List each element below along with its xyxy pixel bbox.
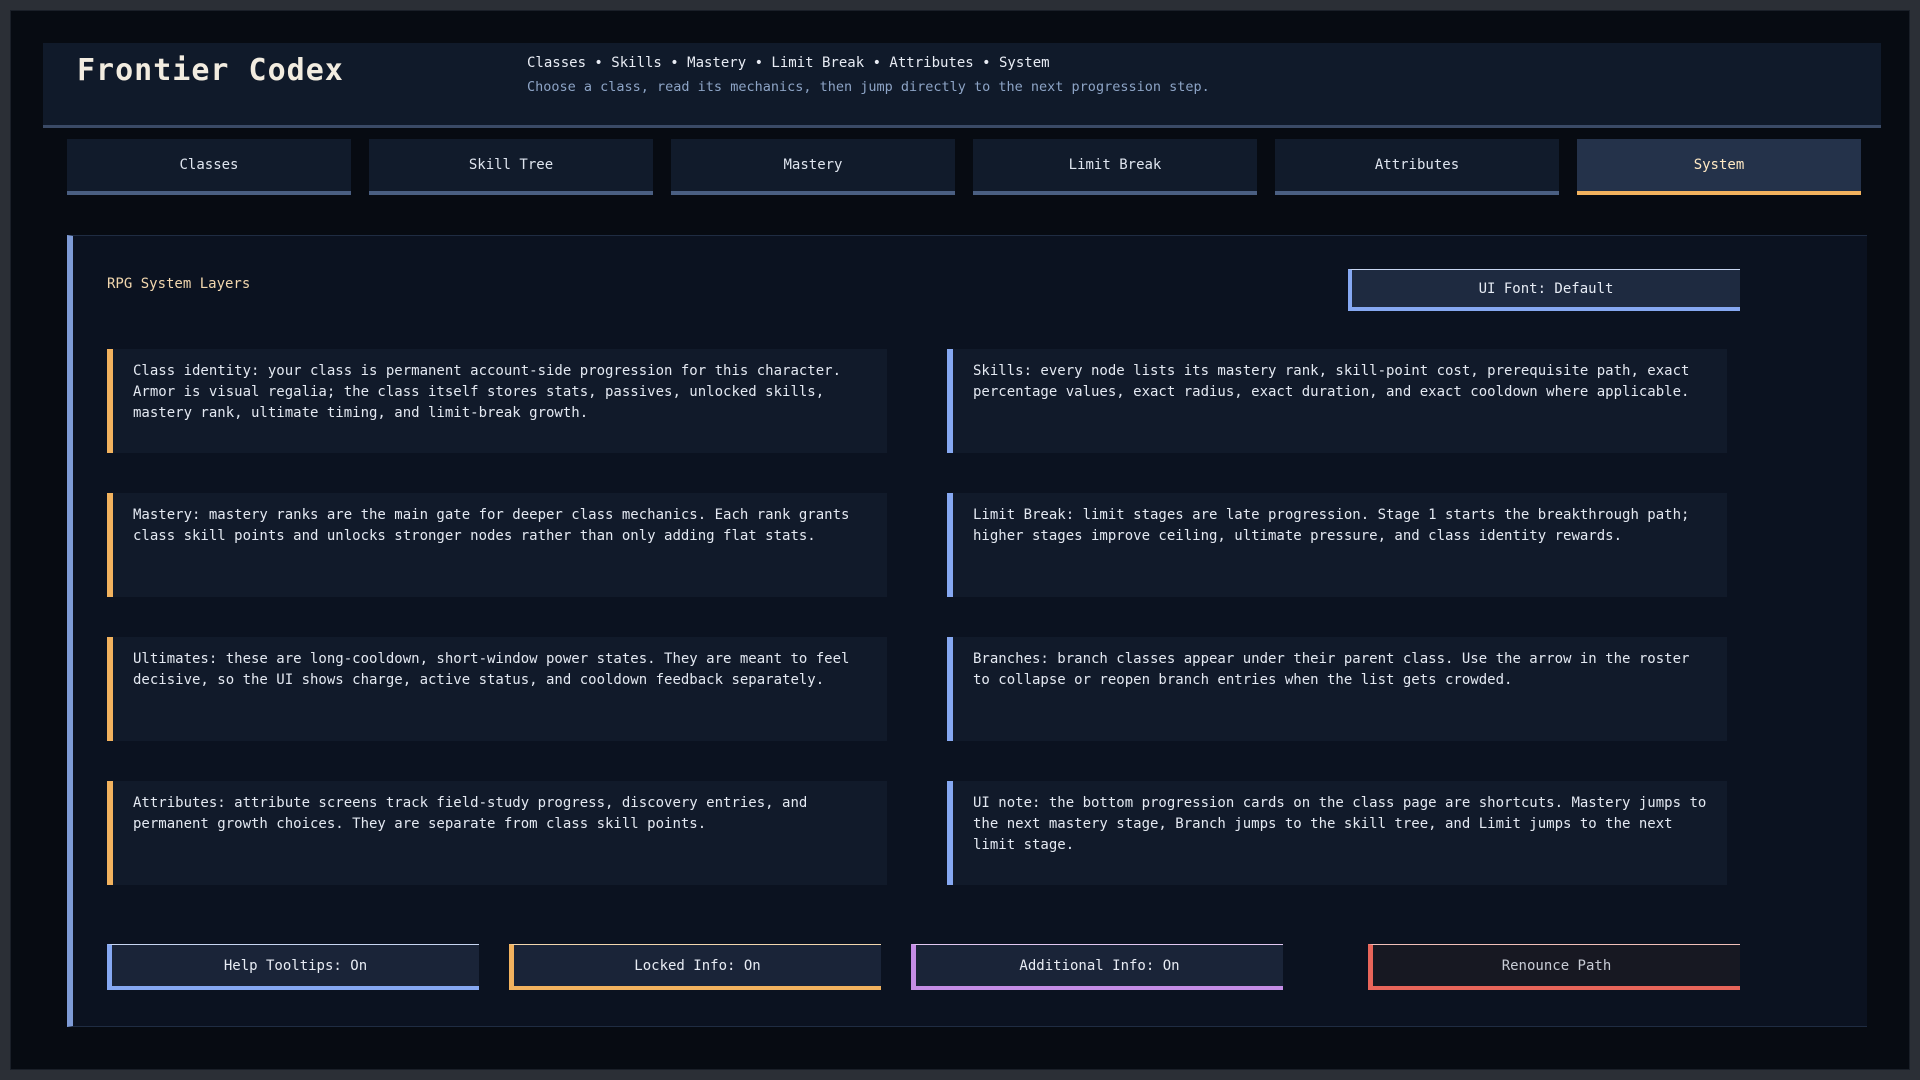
header-subtitle: Choose a class, read its mechanics, then…	[527, 79, 1210, 95]
app-frame: Frontier Codex Classes • Skills • Master…	[10, 10, 1910, 1070]
card-class-identity: Class identity: your class is permanent …	[107, 349, 887, 453]
card-branches: Branches: branch classes appear under th…	[947, 637, 1727, 741]
card-limit-break: Limit Break: limit stages are late progr…	[947, 493, 1727, 597]
header-bar: Frontier Codex Classes • Skills • Master…	[43, 43, 1881, 128]
card-attributes: Attributes: attribute screens track fiel…	[107, 781, 887, 885]
card-skills: Skills: every node lists its mastery ran…	[947, 349, 1727, 453]
additional-info-toggle[interactable]: Additional Info: On	[911, 944, 1283, 990]
locked-info-toggle[interactable]: Locked Info: On	[509, 944, 881, 990]
breadcrumb: Classes • Skills • Mastery • Limit Break…	[527, 55, 1050, 71]
tab-mastery[interactable]: Mastery	[671, 139, 955, 195]
help-tooltips-toggle[interactable]: Help Tooltips: On	[107, 944, 479, 990]
card-mastery: Mastery: mastery ranks are the main gate…	[107, 493, 887, 597]
tab-limit-break[interactable]: Limit Break	[973, 139, 1257, 195]
renounce-path-button[interactable]: Renounce Path	[1368, 944, 1740, 990]
tab-classes[interactable]: Classes	[67, 139, 351, 195]
card-ultimates: Ultimates: these are long-cooldown, shor…	[107, 637, 887, 741]
ui-font-button[interactable]: UI Font: Default	[1348, 269, 1740, 311]
tab-skill-tree[interactable]: Skill Tree	[369, 139, 653, 195]
panel-title: RPG System Layers	[107, 276, 251, 292]
tab-bar: Classes Skill Tree Mastery Limit Break A…	[67, 139, 1877, 195]
system-panel: RPG System Layers UI Font: Default Class…	[67, 235, 1867, 1027]
tab-system[interactable]: System	[1577, 139, 1861, 195]
app-title: Frontier Codex	[77, 53, 344, 88]
tab-attributes[interactable]: Attributes	[1275, 139, 1559, 195]
card-ui-note: UI note: the bottom progression cards on…	[947, 781, 1727, 885]
